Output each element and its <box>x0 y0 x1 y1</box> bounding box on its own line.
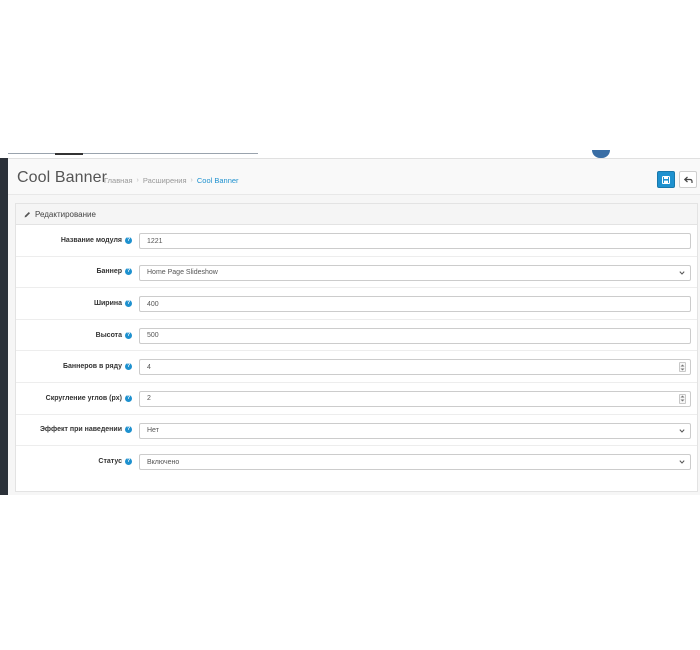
banner-label: Баннер? <box>96 268 132 276</box>
stepper-up-icon[interactable] <box>680 364 685 367</box>
help-icon[interactable]: ? <box>125 299 132 307</box>
save-button[interactable] <box>657 171 675 188</box>
number-stepper[interactable] <box>679 362 686 373</box>
chevron-down-icon <box>679 270 685 275</box>
chevron-down-icon <box>679 460 685 464</box>
status-select[interactable]: Включено <box>139 454 691 471</box>
width-input[interactable]: 400 <box>139 296 691 313</box>
banners-per-row-input[interactable]: 4 <box>139 359 691 376</box>
breadcrumb-current[interactable]: Cool Banner <box>197 176 239 185</box>
help-icon[interactable]: ? <box>125 394 132 402</box>
height-label: Высота? <box>95 331 132 339</box>
help-icon[interactable]: ? <box>125 268 132 276</box>
hover-effect-select[interactable]: Нет <box>139 422 691 439</box>
module-name-input[interactable]: 1221 <box>139 233 691 249</box>
border-radius-input[interactable]: 2 <box>139 390 691 407</box>
breadcrumb-extensions[interactable]: Расширения <box>143 176 187 185</box>
panel-heading-title: Редактирование <box>35 209 96 219</box>
help-icon[interactable]: ? <box>125 426 132 434</box>
breadcrumb-separator-icon: › <box>136 177 139 184</box>
width-label: Ширина? <box>93 299 132 307</box>
form-row-width: Ширина? 400 <box>16 288 697 320</box>
chevron-down-icon <box>679 428 685 433</box>
form-row-banners-per-row: Баннеров в ряду? 4 <box>16 351 697 383</box>
pencil-icon <box>24 211 30 217</box>
stepper-up-icon[interactable] <box>680 395 685 398</box>
help-icon[interactable]: ? <box>125 331 132 339</box>
banner-select[interactable]: Home Page Slideshow <box>139 264 691 281</box>
divider <box>8 153 258 154</box>
stepper-down-icon[interactable] <box>680 368 685 371</box>
page-title: Cool Banner <box>17 169 108 186</box>
form-row-banner: Баннер? Home Page Slideshow <box>16 257 697 289</box>
border-radius-label: Скругление углов (px)? <box>45 394 132 402</box>
help-icon[interactable]: ? <box>125 236 132 244</box>
breadcrumb: Главная › Расширения › Cool Banner <box>104 176 239 185</box>
help-icon[interactable]: ? <box>125 458 132 466</box>
app-content: Cool Banner Главная › Расширения › Cool … <box>8 158 700 495</box>
back-arrow-icon <box>683 176 693 183</box>
panel-heading: Редактирование <box>16 204 697 225</box>
form-row-border-radius: Скругление углов (px)? 2 <box>16 383 697 415</box>
divider-accent <box>55 153 83 155</box>
number-stepper[interactable] <box>679 393 686 404</box>
sidebar-strip <box>0 158 8 495</box>
help-icon[interactable]: ? <box>125 363 132 371</box>
module-form: Название модуля? 1221 Баннер? Home Page … <box>16 225 697 478</box>
back-button[interactable] <box>679 171 697 188</box>
breadcrumb-home[interactable]: Главная <box>104 176 133 185</box>
stepper-down-icon[interactable] <box>680 399 685 402</box>
breadcrumb-separator-icon: › <box>190 177 193 184</box>
save-icon <box>662 175 670 184</box>
form-row-module-name: Название модуля? 1221 <box>16 225 697 257</box>
screenshot: Cool Banner Главная › Расширения › Cool … <box>0 0 700 650</box>
logo-fragment <box>592 150 610 158</box>
form-row-status: Статус? Включено <box>16 446 697 478</box>
edit-panel: Редактирование Название модуля? 1221 Бан… <box>15 203 698 492</box>
hover-effect-label: Эффект при наведении? <box>39 426 132 434</box>
form-row-height: Высота? 500 <box>16 320 697 352</box>
page-header: Cool Banner Главная › Расширения › Cool … <box>8 159 700 195</box>
module-name-label: Название модуля? <box>60 236 132 244</box>
status-label: Статус? <box>98 458 132 466</box>
form-row-hover-effect: Эффект при наведении? Нет <box>16 415 697 447</box>
height-input[interactable]: 500 <box>139 327 691 344</box>
banners-per-row-label: Баннеров в ряду? <box>62 363 132 371</box>
